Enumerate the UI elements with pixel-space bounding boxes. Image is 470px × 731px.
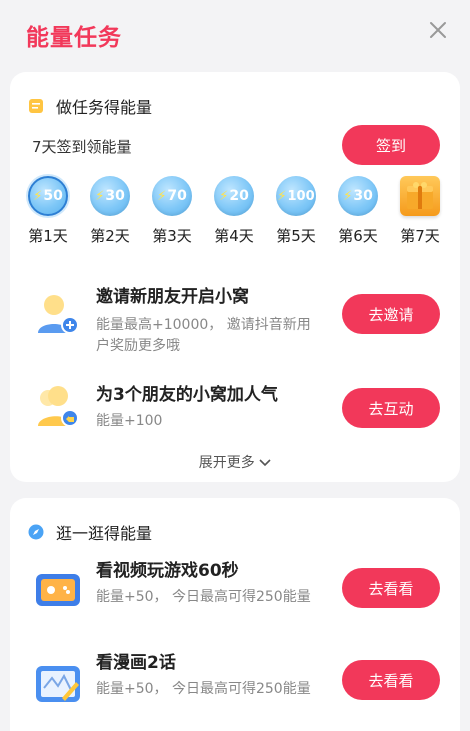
signin-label: 7天签到领能量	[32, 138, 132, 156]
task-title: 邀请新朋友开启小窝	[96, 287, 249, 307]
day-label: 第6天	[338, 227, 378, 245]
task-item: 邀请新朋友开启小窝 能量最高+10000， 邀请抖音新用户奖励更多哦 去邀请	[10, 282, 460, 362]
compass-icon	[28, 524, 44, 540]
close-icon	[430, 22, 446, 38]
energy-coin-icon: ⚡ 100	[276, 176, 316, 216]
expand-more-label: 展开更多	[198, 455, 255, 471]
day-label: 第2天	[90, 227, 130, 245]
signin-day[interactable]: ⚡ 20 第4天	[209, 176, 259, 246]
task-item: 看视频玩游戏60秒 能量+50， 今日最高可得250能量 去看看	[10, 556, 460, 636]
signin-day[interactable]: ⚡ 30 第2天	[85, 176, 135, 246]
signin-day[interactable]: ⚡ 70 第3天	[147, 176, 197, 246]
day-label: 第7天	[400, 227, 440, 245]
task-list-icon	[29, 99, 43, 113]
task-title: 看视频玩游戏60秒	[96, 561, 239, 581]
signin-button[interactable]: 签到	[342, 125, 440, 165]
header: 能量任务	[0, 0, 470, 70]
signin-day[interactable]: ⚡ 50 第1天	[23, 176, 73, 246]
energy-coin-icon: ⚡ 50	[28, 176, 68, 216]
comic-icon	[36, 666, 80, 702]
watch-button[interactable]: 去看看	[342, 660, 440, 700]
section-header: 逛一逛得能量	[28, 520, 152, 544]
page-title: 能量任务	[26, 25, 122, 51]
energy-coin-icon: ⚡ 30	[90, 176, 130, 216]
energy-coin-icon: ⚡ 30	[338, 176, 378, 216]
task-desc: 能量最高+10000， 邀请抖音新用户奖励更多哦	[96, 317, 311, 354]
task-desc: 能量+50， 今日最高可得250能量	[96, 589, 311, 605]
invite-friend-icon	[38, 295, 79, 334]
signin-days: ⚡ 50 第1天 ⚡ 30 第2天 ⚡ 70 第3天 ⚡ 20 第4天 ⚡ 100 第5天…	[10, 176, 460, 246]
task-title: 为3个朋友的小窝加人气	[96, 385, 278, 405]
energy-coin-icon: ⚡ 70	[152, 176, 192, 216]
section-header: 做任务得能量	[28, 94, 152, 118]
task-title: 看漫画2话	[96, 653, 176, 673]
browse-task-card: 逛一逛得能量 看视频玩游戏60秒 能量+50， 今日最高可得250能量 去看看 …	[10, 498, 460, 731]
signin-day[interactable]: ⚡ 30 第6天	[333, 176, 383, 246]
gift-box-icon	[400, 176, 440, 216]
day-label: 第5天	[276, 227, 316, 245]
section-title: 做任务得能量	[56, 98, 153, 117]
task-item: 为3个朋友的小窝加人气 能量+100 去互动	[10, 380, 460, 440]
signin-day[interactable]: 第7天	[395, 176, 445, 246]
chevron-down-icon	[259, 459, 271, 467]
energy-coin-icon: ⚡ 20	[214, 176, 254, 216]
close-button[interactable]	[424, 16, 452, 44]
day-label: 第1天	[28, 227, 68, 245]
interact-button[interactable]: 去互动	[342, 388, 440, 428]
section-title: 逛一逛得能量	[56, 524, 153, 543]
task-desc: 能量+50， 今日最高可得250能量	[96, 681, 311, 697]
day-label: 第4天	[214, 227, 254, 245]
invite-button[interactable]: 去邀请	[342, 294, 440, 334]
task-item: 看漫画2话 能量+50， 今日最高可得250能量 去看看	[10, 648, 460, 728]
signin-day[interactable]: ⚡ 100 第5天	[271, 176, 321, 246]
day-label: 第3天	[152, 227, 192, 245]
game-video-icon	[36, 574, 80, 606]
energy-task-card: 做任务得能量 7天签到领能量 签到 ⚡ 50 第1天 ⚡ 30 第2天 ⚡ 70 第3…	[10, 72, 460, 482]
watch-button[interactable]: 去看看	[342, 568, 440, 608]
expand-more-button[interactable]: 展开更多	[10, 452, 460, 472]
friends-like-icon	[38, 386, 79, 427]
task-desc: 能量+100	[96, 413, 163, 429]
